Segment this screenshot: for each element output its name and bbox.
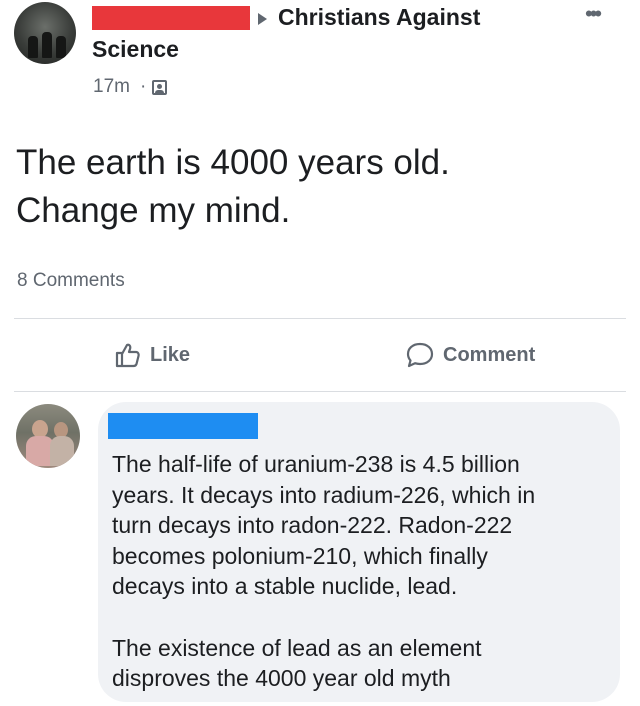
like-button[interactable]: Like: [114, 340, 190, 370]
group-name-continued[interactable]: Science: [92, 36, 179, 63]
like-label: Like: [150, 343, 191, 366]
group-name[interactable]: Christians Against: [278, 4, 480, 31]
post-body-line: Change my mind.: [16, 191, 291, 230]
post-timestamp[interactable]: 17m: [93, 76, 130, 98]
comment-button[interactable]: Comment: [405, 340, 535, 370]
post-body-line: The earth is 4000 years old.: [16, 143, 450, 182]
comments-count[interactable]: 8 Comments: [17, 270, 125, 292]
comment-label: Comment: [443, 343, 536, 366]
commenter-avatar[interactable]: [16, 404, 80, 468]
comment-line: The existence of lead as an element: [112, 634, 482, 661]
comment-line: becomes polonium-210, which finally: [112, 542, 488, 569]
more-options-icon[interactable]: •••: [585, 3, 602, 25]
right-arrow-icon: [258, 13, 267, 25]
speech-bubble-icon: [406, 342, 434, 368]
comment-line: decays into a stable nuclide, lead.: [112, 573, 458, 599]
post-body: The earth is 4000 years old. Change my m…: [16, 139, 616, 235]
comment-line: The half-life of uranium-238 is 4.5 bill…: [112, 451, 520, 477]
comment-line: years. It decays into radium-226, which …: [112, 481, 536, 508]
thumbs-up-icon: [115, 343, 140, 368]
redacted-poster-name: [92, 6, 250, 30]
group-audience-icon: [152, 80, 167, 95]
divider: [14, 391, 626, 392]
comment-body: The half-life of uranium-238 is 4.5 bill…: [112, 449, 612, 694]
group-avatar[interactable]: [14, 2, 76, 64]
separator-dot: ·: [140, 76, 147, 97]
divider: [14, 318, 626, 319]
comment-line: turn decays into radon-222. Radon-222: [112, 512, 513, 538]
redacted-commenter-name: [108, 413, 258, 439]
comment-line: disproves the 4000 year old myth: [112, 665, 451, 691]
